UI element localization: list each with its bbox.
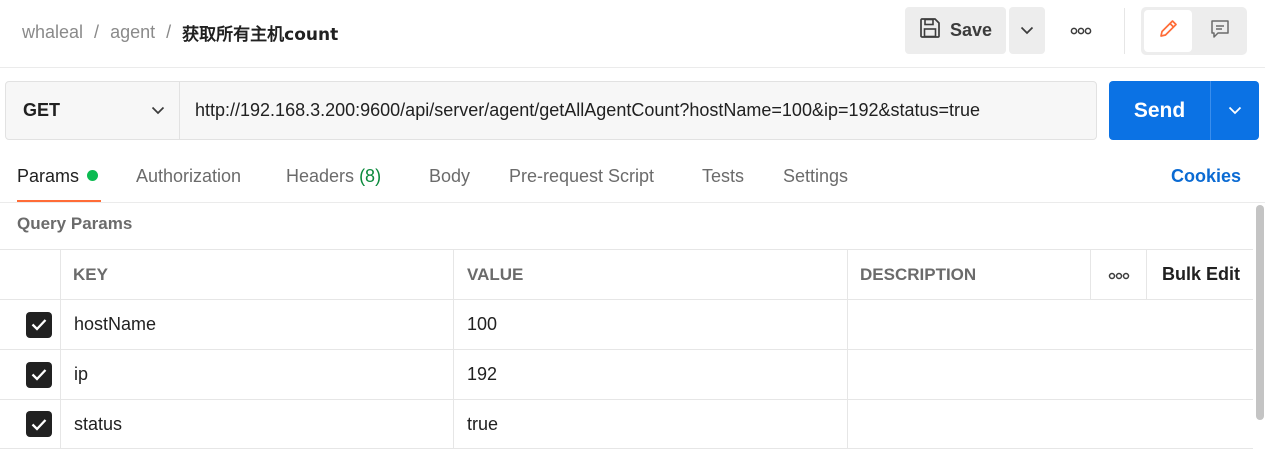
more-horizontal-icon bbox=[1108, 264, 1130, 285]
chevron-down-icon bbox=[1020, 22, 1034, 40]
param-value[interactable]: 192 bbox=[467, 350, 497, 399]
chevron-down-icon bbox=[151, 102, 165, 120]
query-params-table: KEY VALUE DESCRIPTION Bulk Edit hostName… bbox=[0, 249, 1253, 449]
method-select[interactable]: GET bbox=[6, 82, 180, 139]
save-label: Save bbox=[949, 20, 993, 40]
tab-params[interactable]: Params bbox=[17, 166, 99, 187]
tabs-divider bbox=[0, 202, 1265, 203]
row-enabled-checkbox[interactable] bbox=[26, 311, 52, 338]
column-options-button[interactable] bbox=[1091, 250, 1146, 299]
save-button[interactable]: Save bbox=[905, 7, 1006, 54]
table-header-row: KEY VALUE DESCRIPTION Bulk Edit bbox=[0, 249, 1253, 299]
param-description[interactable] bbox=[848, 400, 1252, 448]
column-divider bbox=[60, 350, 61, 399]
param-value[interactable]: 100 bbox=[467, 300, 497, 349]
save-icon bbox=[919, 17, 941, 44]
breadcrumb: whaleal / agent / 获取所有主机count bbox=[22, 20, 338, 45]
param-key[interactable]: status bbox=[74, 400, 122, 448]
send-button[interactable]: Send bbox=[1109, 81, 1210, 140]
param-key[interactable]: ip bbox=[74, 350, 88, 399]
method-label: GET bbox=[23, 100, 61, 120]
column-header-value: VALUE bbox=[467, 264, 524, 284]
tab-params-label: Params bbox=[17, 166, 80, 186]
row-enabled-checkbox[interactable] bbox=[26, 361, 52, 388]
chevron-down-icon bbox=[1228, 102, 1242, 120]
pencil-icon bbox=[1157, 18, 1179, 45]
row-checkbox-cell bbox=[26, 300, 52, 349]
param-value[interactable]: true bbox=[467, 400, 498, 448]
param-description[interactable] bbox=[848, 300, 1252, 349]
column-divider bbox=[453, 250, 454, 299]
more-actions-button[interactable] bbox=[1062, 16, 1100, 46]
param-key[interactable]: hostName bbox=[74, 300, 156, 349]
header-divider bbox=[1124, 8, 1125, 54]
checkmark-icon bbox=[31, 369, 47, 381]
tab-body[interactable]: Body bbox=[429, 166, 470, 187]
breadcrumb-separator: / bbox=[94, 22, 100, 42]
request-header: whaleal / agent / 获取所有主机count Save bbox=[0, 0, 1265, 68]
column-divider bbox=[453, 350, 454, 399]
column-divider bbox=[60, 300, 61, 349]
column-divider bbox=[1146, 250, 1147, 299]
url-bar: GET bbox=[5, 81, 1097, 140]
row-enabled-checkbox[interactable] bbox=[26, 411, 52, 437]
checkmark-icon bbox=[31, 319, 47, 331]
view-mode-toggle bbox=[1141, 7, 1247, 55]
tab-headers[interactable]: Headers (8) bbox=[286, 166, 381, 187]
column-header-key: KEY bbox=[73, 264, 108, 284]
breadcrumb-collection[interactable]: agent bbox=[110, 22, 155, 43]
url-input[interactable] bbox=[180, 82, 1096, 139]
row-checkbox-cell bbox=[26, 400, 52, 448]
column-header-description: DESCRIPTION bbox=[860, 264, 977, 284]
save-options-dropdown[interactable] bbox=[1009, 7, 1045, 54]
tab-settings[interactable]: Settings bbox=[783, 166, 848, 187]
tab-tests[interactable]: Tests bbox=[702, 166, 744, 187]
request-name[interactable]: 获取所有主机count bbox=[182, 20, 338, 45]
column-divider bbox=[60, 400, 61, 448]
params-status-dot bbox=[87, 170, 99, 181]
tab-prerequest-script[interactable]: Pre-request Script bbox=[509, 166, 654, 187]
send-button-group: Send bbox=[1109, 81, 1259, 140]
tab-authorization[interactable]: Authorization bbox=[136, 166, 241, 187]
table-row: status true bbox=[0, 399, 1253, 449]
column-divider bbox=[453, 300, 454, 349]
column-divider bbox=[847, 250, 848, 299]
checkmark-icon bbox=[31, 418, 47, 431]
column-divider bbox=[453, 400, 454, 448]
tab-headers-label: Headers bbox=[286, 166, 355, 186]
breadcrumb-separator: / bbox=[166, 22, 172, 42]
edit-mode-button[interactable] bbox=[1144, 10, 1192, 52]
headers-count: (8) bbox=[359, 166, 382, 186]
send-options-dropdown[interactable] bbox=[1211, 81, 1259, 140]
breadcrumb-workspace[interactable]: whaleal bbox=[22, 22, 83, 43]
vertical-scrollbar[interactable] bbox=[1256, 205, 1264, 420]
query-params-heading: Query Params bbox=[17, 214, 133, 233]
comment-icon bbox=[1209, 18, 1231, 45]
more-horizontal-icon bbox=[1070, 22, 1092, 40]
table-row: hostName 100 bbox=[0, 299, 1253, 349]
bulk-edit-button[interactable]: Bulk Edit bbox=[1162, 250, 1240, 299]
table-row: ip 192 bbox=[0, 349, 1253, 399]
comments-button[interactable] bbox=[1196, 10, 1244, 52]
cookies-link[interactable]: Cookies bbox=[1171, 166, 1241, 187]
column-divider bbox=[60, 250, 61, 299]
row-checkbox-cell bbox=[26, 350, 52, 399]
param-description[interactable] bbox=[848, 350, 1252, 399]
